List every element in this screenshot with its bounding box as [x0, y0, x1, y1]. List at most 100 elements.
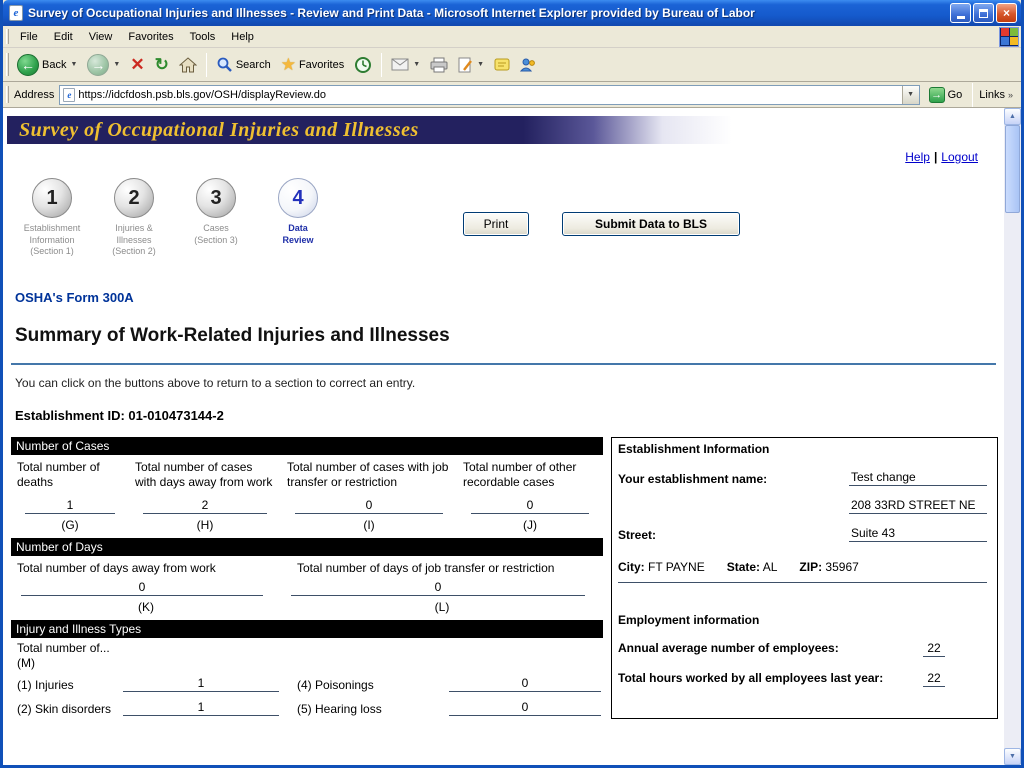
days-away-value: 0 — [21, 580, 263, 596]
favorites-button[interactable]: ★ Favorites — [276, 51, 350, 79]
link-separator: | — [934, 150, 937, 164]
injury-row: (5) Hearing loss 0 — [281, 700, 603, 716]
logout-link[interactable]: Logout — [941, 150, 978, 164]
injury-types-intro: Total number of... — [11, 638, 603, 655]
maximize-button[interactable] — [973, 3, 994, 23]
print-button[interactable]: Print — [463, 212, 529, 236]
forward-icon: → — [87, 54, 109, 76]
step-4-label: Data Review — [257, 223, 339, 246]
refresh-button[interactable]: ↻ — [150, 51, 174, 79]
mail-button[interactable]: ▼ — [386, 51, 425, 79]
close-button[interactable]: × — [996, 3, 1017, 23]
establishment-id: Establishment ID: 01-010473144-2 — [15, 408, 1004, 423]
scroll-up-button[interactable]: ▲ — [1004, 108, 1021, 125]
scrollbar-track[interactable] — [1004, 213, 1021, 748]
address-input[interactable] — [78, 87, 901, 103]
messenger-button[interactable] — [515, 51, 541, 79]
injury-row: (2) Skin disorders 1 — [11, 700, 281, 716]
address-dropdown-button[interactable]: ▼ — [902, 86, 919, 104]
menu-bar: File Edit View Favorites Tools Help — [3, 26, 1021, 48]
maximize-icon — [979, 9, 988, 18]
stop-button[interactable]: ✕ — [125, 51, 149, 79]
street-line1-value: 208 33RD STREET NE — [849, 498, 987, 514]
street-line1-row: 208 33RD STREET NE — [618, 498, 987, 514]
instruction-text: You can click on the buttons above to re… — [15, 376, 1004, 390]
standard-toolbar: ← Back ▼ → ▼ ✕ ↻ Search ★ — [3, 48, 1021, 82]
column-letter: (L) — [281, 596, 603, 620]
step-1-establishment-information[interactable]: 1 Establishment Information (Section 1) — [11, 176, 93, 274]
days-transfer-value: 0 — [291, 580, 585, 596]
help-link[interactable]: Help — [905, 150, 930, 164]
go-arrow-icon: → — [929, 87, 945, 103]
grip-handle — [6, 29, 9, 44]
address-bar: Address e ▼ → Go Links » — [3, 82, 1021, 108]
discuss-button[interactable] — [489, 51, 515, 79]
summary-content: Number of Cases Total number of deaths T… — [11, 437, 998, 719]
browser-window: e Survey of Occupational Injuries and Il… — [0, 0, 1024, 768]
deaths-value: 1 — [25, 498, 115, 514]
stop-icon: ✕ — [130, 56, 144, 73]
column-label: Total number of cases with job transfer … — [281, 455, 457, 492]
scroll-down-button[interactable]: ▼ — [1004, 748, 1021, 765]
other-recordable-cases-value: 0 — [471, 498, 589, 514]
divider-rule — [11, 363, 996, 365]
print-button-toolbar[interactable] — [425, 51, 453, 79]
menu-help[interactable]: Help — [223, 28, 262, 46]
injury-row: (4) Poisonings 0 — [281, 676, 603, 692]
row-label: (2) Skin disorders — [11, 702, 123, 716]
printer-icon — [430, 57, 448, 73]
submit-data-button[interactable]: Submit Data to BLS — [562, 212, 740, 236]
vertical-scrollbar: ▲ ▼ — [1004, 108, 1021, 765]
step-1-circle: 1 — [32, 178, 72, 218]
menu-view[interactable]: View — [81, 28, 121, 46]
step-2-injuries-illnesses[interactable]: 2 Injuries & Illnesses (Section 2) — [93, 176, 175, 274]
banner-title: Survey of Occupational Injuries and Illn… — [19, 119, 419, 142]
panel-title: Establishment Information — [618, 442, 987, 456]
step-3-circle: 3 — [196, 178, 236, 218]
home-button[interactable] — [174, 51, 202, 79]
browser-viewport: Survey of Occupational Injuries and Illn… — [3, 108, 1021, 765]
injury-types-letter: (M) — [11, 655, 603, 674]
column-label: Total number of cases with days away fro… — [129, 455, 281, 492]
mail-icon — [391, 58, 409, 71]
favorites-star-icon: ★ — [281, 56, 296, 73]
search-button[interactable]: Search — [211, 51, 276, 79]
forward-button[interactable]: → ▼ — [82, 51, 125, 79]
menu-tools[interactable]: Tools — [182, 28, 224, 46]
toolbar-separator — [206, 53, 207, 77]
refresh-icon: ↻ — [155, 56, 169, 73]
links-button[interactable]: Links » — [977, 89, 1019, 101]
employees-row: Annual average number of employees: 22 — [618, 641, 987, 657]
column-letter: (H) — [129, 514, 281, 538]
wizard-steps: 1 Establishment Information (Section 1) … — [3, 166, 1004, 274]
skin-disorders-value: 1 — [123, 700, 279, 716]
number-of-days-table: Total number of days away from work Tota… — [11, 556, 603, 620]
search-icon — [216, 56, 233, 73]
page-icon: e — [63, 88, 75, 102]
field-label: Annual average number of employees: — [618, 641, 839, 655]
step-3-cases[interactable]: 3 Cases (Section 3) — [175, 176, 257, 274]
section-header-number-of-cases: Number of Cases — [11, 437, 603, 455]
minimize-button[interactable] — [950, 3, 971, 23]
form-code: OSHA's Form 300A — [15, 290, 1004, 305]
city-state-zip-row: City: FT PAYNE State: AL ZIP: 35967 — [618, 560, 987, 583]
scrollbar-thumb[interactable] — [1005, 125, 1020, 213]
zip-value: 35967 — [825, 560, 858, 574]
column-letter: (G) — [11, 514, 129, 538]
zip-label: ZIP: — [799, 560, 822, 574]
menu-file[interactable]: File — [12, 28, 46, 46]
injury-types-table: (1) Injuries 1 (4) Poisonings 0 (2) Skin… — [11, 676, 603, 716]
edit-button[interactable]: ▼ — [453, 51, 489, 79]
column-label: Total number of deaths — [11, 455, 129, 492]
history-button[interactable] — [349, 51, 377, 79]
discuss-icon — [494, 58, 510, 72]
step-4-data-review[interactable]: 4 Data Review — [257, 176, 339, 274]
go-button[interactable]: → Go — [923, 85, 969, 105]
section-header-injury-types: Injury and Illness Types — [11, 620, 603, 638]
site-banner: Survey of Occupational Injuries and Illn… — [7, 116, 1000, 144]
menu-edit[interactable]: Edit — [46, 28, 81, 46]
field-label: Street: — [618, 528, 849, 542]
forward-dropdown-caret-icon: ▼ — [113, 61, 120, 68]
menu-favorites[interactable]: Favorites — [120, 28, 181, 46]
back-button[interactable]: ← Back ▼ — [12, 51, 82, 79]
